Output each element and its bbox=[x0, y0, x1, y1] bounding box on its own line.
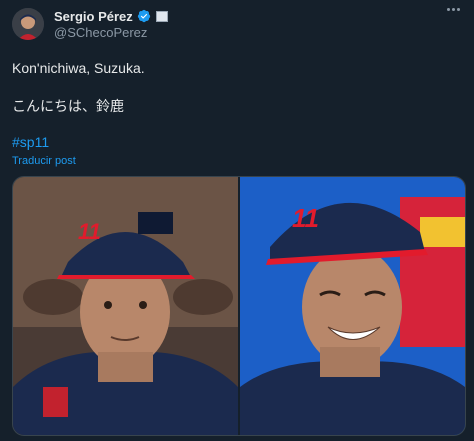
more-options-icon[interactable] bbox=[447, 8, 460, 11]
photo-left[interactable]: 11 bbox=[13, 177, 238, 435]
photo-right[interactable]: 11 bbox=[240, 177, 465, 435]
affiliate-badge-icon[interactable] bbox=[155, 10, 168, 22]
tweet-text-line: Kon'nichiwa, Suzuka. bbox=[12, 60, 145, 76]
translate-post-link[interactable]: Traducir post bbox=[12, 155, 76, 167]
cap-number: 11 bbox=[292, 203, 319, 233]
hashtag-link[interactable]: #sp11 bbox=[12, 134, 49, 150]
tweet-text-line: こんにちは、鈴鹿 bbox=[12, 98, 124, 114]
cap-number: 11 bbox=[78, 219, 101, 244]
author-handle[interactable]: @SChecoPerez bbox=[54, 25, 147, 40]
author-name[interactable]: Sergio Pérez bbox=[54, 9, 133, 24]
avatar[interactable] bbox=[12, 8, 44, 40]
media-grid: 11 11 bbox=[12, 176, 466, 436]
author-row: Sergio Pérez bbox=[54, 8, 168, 24]
verified-badge-icon bbox=[137, 9, 150, 23]
